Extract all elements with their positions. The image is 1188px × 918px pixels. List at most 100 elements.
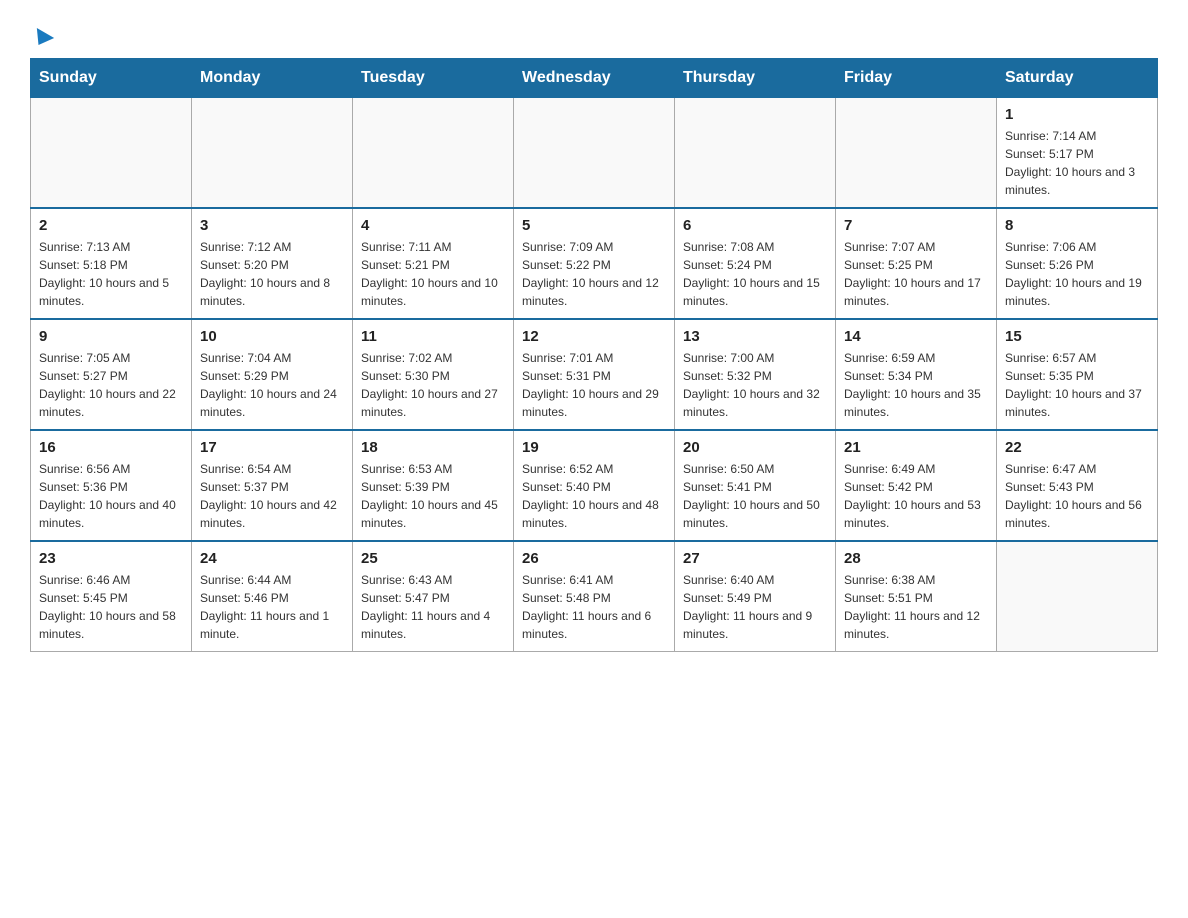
day-number: 8 — [1005, 217, 1149, 234]
calendar-week-row: 16 Sunrise: 6:56 AM Sunset: 5:36 PM Dayli… — [31, 430, 1158, 541]
day-number: 9 — [39, 328, 183, 345]
day-number: 2 — [39, 217, 183, 234]
day-of-week-header: Wednesday — [514, 59, 675, 98]
day-info: Sunrise: 6:40 AM Sunset: 5:49 PM Dayligh… — [683, 571, 827, 643]
day-info: Sunrise: 7:07 AM Sunset: 5:25 PM Dayligh… — [844, 238, 988, 310]
day-number: 17 — [200, 439, 344, 456]
calendar-day-cell — [192, 98, 353, 209]
calendar-week-row: 1Sunrise: 7:14 AM Sunset: 5:17 PM Daylig… — [31, 98, 1158, 209]
calendar-day-cell: 9 Sunrise: 7:05 AM Sunset: 5:27 PM Daylig… — [31, 319, 192, 430]
day-info: Sunrise: 7:05 AM Sunset: 5:27 PM Dayligh… — [39, 349, 183, 421]
calendar-day-cell — [675, 98, 836, 209]
calendar-day-cell: 27 Sunrise: 6:40 AM Sunset: 5:49 PM Dayli… — [675, 541, 836, 652]
day-number: 7 — [844, 217, 988, 234]
calendar-day-cell: 22 Sunrise: 6:47 AM Sunset: 5:43 PM Dayli… — [997, 430, 1158, 541]
day-number: 25 — [361, 550, 505, 567]
day-info: Sunrise: 6:46 AM Sunset: 5:45 PM Dayligh… — [39, 571, 183, 643]
calendar-day-cell: 4 Sunrise: 7:11 AM Sunset: 5:21 PM Daylig… — [353, 208, 514, 319]
calendar-day-cell: 18 Sunrise: 6:53 AM Sunset: 5:39 PM Dayli… — [353, 430, 514, 541]
day-number: 26 — [522, 550, 666, 567]
day-info: Sunrise: 6:54 AM Sunset: 5:37 PM Dayligh… — [200, 460, 344, 532]
calendar-week-row: 2 Sunrise: 7:13 AM Sunset: 5:18 PM Daylig… — [31, 208, 1158, 319]
calendar-day-cell: 24 Sunrise: 6:44 AM Sunset: 5:46 PM Dayli… — [192, 541, 353, 652]
calendar-day-cell — [836, 98, 997, 209]
day-number: 6 — [683, 217, 827, 234]
day-number: 11 — [361, 328, 505, 345]
day-number: 4 — [361, 217, 505, 234]
day-info: Sunrise: 7:06 AM Sunset: 5:26 PM Dayligh… — [1005, 238, 1149, 310]
day-info: Sunrise: 7:04 AM Sunset: 5:29 PM Dayligh… — [200, 349, 344, 421]
day-number: 15 — [1005, 328, 1149, 345]
calendar-week-row: 23 Sunrise: 6:46 AM Sunset: 5:45 PM Dayli… — [31, 541, 1158, 652]
day-number: 18 — [361, 439, 505, 456]
calendar-day-cell: 10 Sunrise: 7:04 AM Sunset: 5:29 PM Dayli… — [192, 319, 353, 430]
day-info: Sunrise: 6:59 AM Sunset: 5:34 PM Dayligh… — [844, 349, 988, 421]
day-info: Sunrise: 7:13 AM Sunset: 5:18 PM Dayligh… — [39, 238, 183, 310]
calendar-day-cell: 28 Sunrise: 6:38 AM Sunset: 5:51 PM Dayli… — [836, 541, 997, 652]
day-info: Sunrise: 6:43 AM Sunset: 5:47 PM Dayligh… — [361, 571, 505, 643]
logo-top — [30, 20, 52, 48]
calendar-header-row: SundayMondayTuesdayWednesdayThursdayFrid… — [31, 59, 1158, 98]
day-info: Sunrise: 7:00 AM Sunset: 5:32 PM Dayligh… — [683, 349, 827, 421]
calendar-day-cell — [514, 98, 675, 209]
day-info: Sunrise: 6:47 AM Sunset: 5:43 PM Dayligh… — [1005, 460, 1149, 532]
calendar-day-cell: 13 Sunrise: 7:00 AM Sunset: 5:32 PM Dayli… — [675, 319, 836, 430]
day-info: Sunrise: 7:08 AM Sunset: 5:24 PM Dayligh… — [683, 238, 827, 310]
day-of-week-header: Tuesday — [353, 59, 514, 98]
day-info: Sunrise: 7:02 AM Sunset: 5:30 PM Dayligh… — [361, 349, 505, 421]
calendar-day-cell: 11 Sunrise: 7:02 AM Sunset: 5:30 PM Dayli… — [353, 319, 514, 430]
day-info: Sunrise: 6:56 AM Sunset: 5:36 PM Dayligh… — [39, 460, 183, 532]
day-number: 28 — [844, 550, 988, 567]
calendar-day-cell — [31, 98, 192, 209]
calendar-day-cell: 8 Sunrise: 7:06 AM Sunset: 5:26 PM Daylig… — [997, 208, 1158, 319]
calendar-day-cell: 6 Sunrise: 7:08 AM Sunset: 5:24 PM Daylig… — [675, 208, 836, 319]
day-number: 3 — [200, 217, 344, 234]
day-info: Sunrise: 7:01 AM Sunset: 5:31 PM Dayligh… — [522, 349, 666, 421]
day-number: 14 — [844, 328, 988, 345]
day-number: 22 — [1005, 439, 1149, 456]
day-of-week-header: Friday — [836, 59, 997, 98]
day-number: 27 — [683, 550, 827, 567]
day-info: Sunrise: 7:11 AM Sunset: 5:21 PM Dayligh… — [361, 238, 505, 310]
calendar-day-cell — [997, 541, 1158, 652]
day-number: 23 — [39, 550, 183, 567]
day-info: Sunrise: 7:12 AM Sunset: 5:20 PM Dayligh… — [200, 238, 344, 310]
day-number: 1 — [1005, 106, 1149, 123]
day-of-week-header: Sunday — [31, 59, 192, 98]
calendar-week-row: 9 Sunrise: 7:05 AM Sunset: 5:27 PM Daylig… — [31, 319, 1158, 430]
day-info: Sunrise: 6:49 AM Sunset: 5:42 PM Dayligh… — [844, 460, 988, 532]
day-number: 24 — [200, 550, 344, 567]
day-number: 21 — [844, 439, 988, 456]
day-of-week-header: Saturday — [997, 59, 1158, 98]
calendar-day-cell: 19Sunrise: 6:52 AM Sunset: 5:40 PM Dayli… — [514, 430, 675, 541]
day-info: Sunrise: 6:53 AM Sunset: 5:39 PM Dayligh… — [361, 460, 505, 532]
day-info: Sunrise: 6:44 AM Sunset: 5:46 PM Dayligh… — [200, 571, 344, 643]
calendar-day-cell: 26 Sunrise: 6:41 AM Sunset: 5:48 PM Dayli… — [514, 541, 675, 652]
day-info: Sunrise: 6:52 AM Sunset: 5:40 PM Dayligh… — [522, 460, 666, 532]
calendar-day-cell: 2 Sunrise: 7:13 AM Sunset: 5:18 PM Daylig… — [31, 208, 192, 319]
day-info: Sunrise: 6:50 AM Sunset: 5:41 PM Dayligh… — [683, 460, 827, 532]
calendar-day-cell: 7 Sunrise: 7:07 AM Sunset: 5:25 PM Daylig… — [836, 208, 997, 319]
day-info: Sunrise: 6:41 AM Sunset: 5:48 PM Dayligh… — [522, 571, 666, 643]
page-header — [30, 20, 1158, 48]
day-info: Sunrise: 7:09 AM Sunset: 5:22 PM Dayligh… — [522, 238, 666, 310]
calendar-day-cell: 1Sunrise: 7:14 AM Sunset: 5:17 PM Daylig… — [997, 98, 1158, 209]
day-info: Sunrise: 6:38 AM Sunset: 5:51 PM Dayligh… — [844, 571, 988, 643]
day-of-week-header: Thursday — [675, 59, 836, 98]
calendar-day-cell: 21 Sunrise: 6:49 AM Sunset: 5:42 PM Dayli… — [836, 430, 997, 541]
day-number: 10 — [200, 328, 344, 345]
logo — [30, 20, 52, 48]
day-info: Sunrise: 6:57 AM Sunset: 5:35 PM Dayligh… — [1005, 349, 1149, 421]
day-number: 12 — [522, 328, 666, 345]
logo-triangle-icon — [30, 28, 54, 50]
calendar-day-cell: 12 Sunrise: 7:01 AM Sunset: 5:31 PM Dayli… — [514, 319, 675, 430]
day-number: 16 — [39, 439, 183, 456]
calendar-day-cell: 20 Sunrise: 6:50 AM Sunset: 5:41 PM Dayli… — [675, 430, 836, 541]
day-number: 5 — [522, 217, 666, 234]
calendar-day-cell: 17 Sunrise: 6:54 AM Sunset: 5:37 PM Dayli… — [192, 430, 353, 541]
day-number: 13 — [683, 328, 827, 345]
calendar-table: SundayMondayTuesdayWednesdayThursdayFrid… — [30, 58, 1158, 652]
calendar-day-cell: 15 Sunrise: 6:57 AM Sunset: 5:35 PM Dayli… — [997, 319, 1158, 430]
day-of-week-header: Monday — [192, 59, 353, 98]
day-number: 20 — [683, 439, 827, 456]
